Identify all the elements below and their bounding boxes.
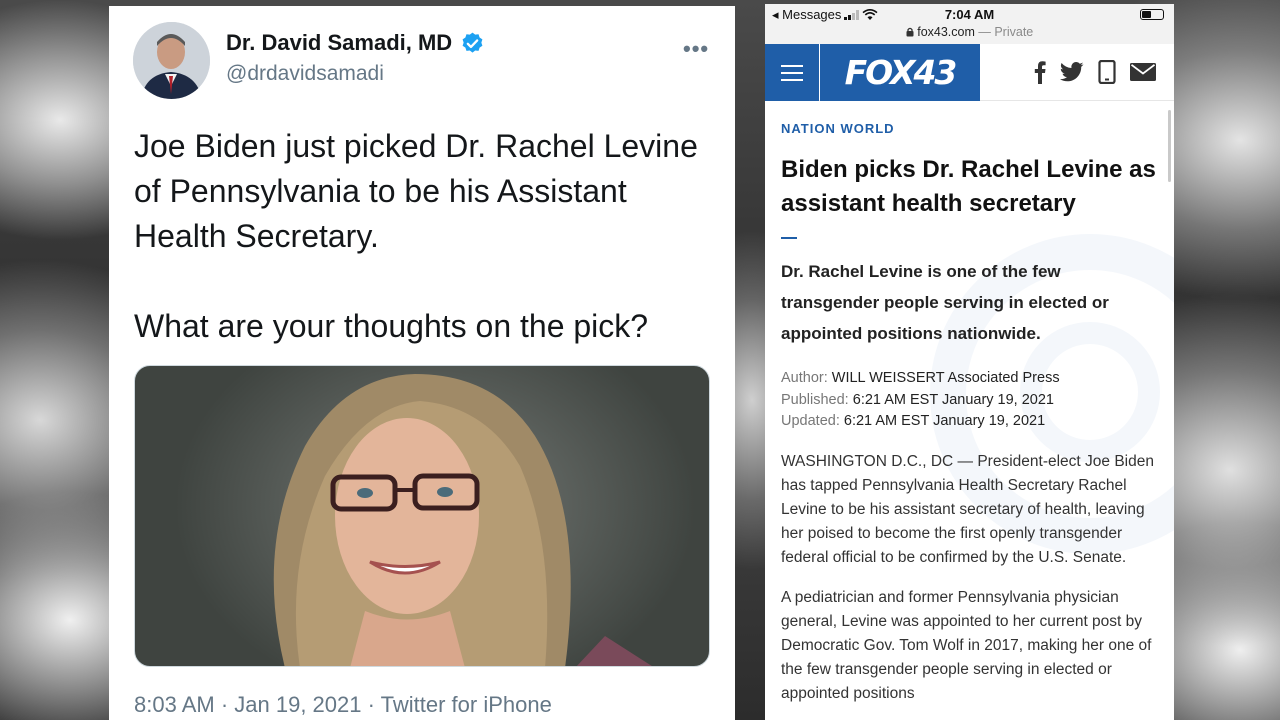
author-line: Author: WILL WEISSERT Associated Press xyxy=(781,368,1159,390)
private-label: — Private xyxy=(978,25,1034,39)
mobile-browser: ◂ Messages 7:04 AM fox43.com — Private F… xyxy=(765,4,1174,720)
lock-icon xyxy=(906,27,914,37)
clock: 7:04 AM xyxy=(944,7,995,22)
author-label: Author: xyxy=(781,370,828,386)
byline: Author: WILL WEISSERT Associated Press P… xyxy=(781,368,1159,433)
updated-label: Updated: xyxy=(781,413,840,429)
scrollbar[interactable] xyxy=(1168,110,1171,182)
published-date: 6:21 AM EST January 19, 2021 xyxy=(852,391,1055,408)
status-bar: ◂ Messages 7:04 AM fox43.com — Private xyxy=(765,4,1174,44)
updated-line: Updated: 6:21 AM EST January 19, 2021 xyxy=(781,411,1159,433)
user-handle[interactable]: @drdavidsamadi xyxy=(226,62,384,86)
author-name[interactable]: WILL WEISSERT Associated Press xyxy=(832,370,1060,386)
more-options-icon[interactable]: ••• xyxy=(683,36,709,62)
site-logo[interactable]: FOX43 xyxy=(820,44,980,101)
tweet-photo[interactable] xyxy=(134,365,710,667)
tweet-card: Dr. David Samadi, MD @drdavidsamadi ••• … xyxy=(109,6,735,720)
tweet-text: Joe Biden just picked Dr. Rachel Levine … xyxy=(134,124,714,349)
article-headline: Biden picks Dr. Rachel Levine as assista… xyxy=(781,156,1156,217)
section-label[interactable]: NATION WORLD xyxy=(781,121,1159,136)
url-text: fox43.com xyxy=(917,25,975,39)
phone-icon[interactable] xyxy=(1098,60,1116,84)
article-body: WASHINGTON D.C., DC — President-elect Jo… xyxy=(781,450,1159,706)
tweet-paragraph: What are your thoughts on the pick? xyxy=(134,308,649,344)
verified-badge-icon xyxy=(462,32,483,53)
site-header: FOX43 xyxy=(765,44,1174,101)
avatar-image xyxy=(133,22,210,99)
address-bar[interactable]: fox43.com — Private xyxy=(765,25,1174,39)
avatar[interactable] xyxy=(133,22,210,99)
tweet-timestamp[interactable]: 8:03 AM · Jan 19, 2021 · Twitter for iPh… xyxy=(134,692,552,718)
article-summary: Dr. Rachel Levine is one of the few tran… xyxy=(781,262,1109,343)
article-paragraph: WASHINGTON D.C., DC — President-elect Jo… xyxy=(781,452,1154,566)
hamburger-menu-icon[interactable] xyxy=(765,44,819,101)
portrait-image xyxy=(273,374,652,666)
display-name-row: Dr. David Samadi, MD xyxy=(226,30,485,56)
logo-text: FOX43 xyxy=(844,53,958,92)
facebook-icon[interactable] xyxy=(1034,60,1046,84)
battery-icon xyxy=(1140,9,1164,20)
published-label: Published: xyxy=(781,391,849,408)
divider xyxy=(781,237,797,239)
updated-date: 6:21 AM EST January 19, 2021 xyxy=(843,413,1046,429)
mail-icon[interactable] xyxy=(1130,63,1156,81)
twitter-icon[interactable] xyxy=(1060,62,1084,82)
tweet-paragraph: Joe Biden just picked Dr. Rachel Levine … xyxy=(134,128,698,254)
share-bar xyxy=(1034,60,1156,84)
article-paragraph: A pediatrician and former Pennsylvania p… xyxy=(781,588,1152,702)
article: NATION WORLD Biden picks Dr. Rachel Levi… xyxy=(781,121,1159,706)
display-name[interactable]: Dr. David Samadi, MD xyxy=(226,30,452,56)
published-line: Published: 6:21 AM EST January 19, 2021 xyxy=(781,390,1159,412)
